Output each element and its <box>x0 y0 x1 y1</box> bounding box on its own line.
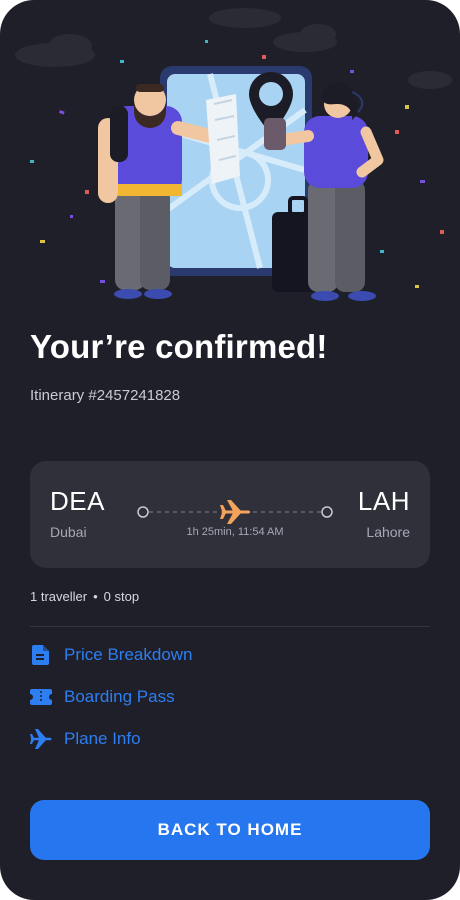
plane-icon <box>220 500 251 524</box>
trip-meta: 1 traveller • 0 stop <box>30 589 139 604</box>
destination-city: Lahore <box>366 524 410 540</box>
stop-count: 0 stop <box>103 589 140 604</box>
divider <box>30 626 430 627</box>
flight-summary-card: DEA Dubai LAH Lahore 1h 25min, 11:54 AM <box>30 461 430 568</box>
origin-code: DEA <box>50 486 105 516</box>
plane-info-label: Plane Info <box>64 729 141 748</box>
route-line <box>137 500 333 524</box>
document-icon <box>30 644 52 666</box>
confirmation-screen: Your’re confirmed! Itinerary #2457241828… <box>0 0 460 900</box>
boarding-pass-link[interactable]: Boarding Pass <box>30 684 175 710</box>
travel-illustration <box>15 8 452 301</box>
meta-separator: • <box>93 589 98 604</box>
plane-info-link[interactable]: Plane Info <box>30 726 141 752</box>
price-breakdown-label: Price Breakdown <box>64 645 193 664</box>
back-to-home-button[interactable]: BACK TO HOME <box>30 800 430 860</box>
destination-code: LAH <box>357 486 410 516</box>
boarding-pass-label: Boarding Pass <box>64 687 175 706</box>
traveller-count: 1 traveller <box>30 589 88 604</box>
flight-duration: 1h 25min, 11:54 AM <box>186 526 284 538</box>
page-title: Your’re confirmed! <box>30 328 328 365</box>
price-breakdown-link[interactable]: Price Breakdown <box>30 642 193 668</box>
plane-icon <box>30 728 52 750</box>
origin-city: Dubai <box>50 524 87 540</box>
ticket-icon <box>30 686 52 708</box>
itinerary-number: Itinerary #2457241828 <box>30 387 181 404</box>
